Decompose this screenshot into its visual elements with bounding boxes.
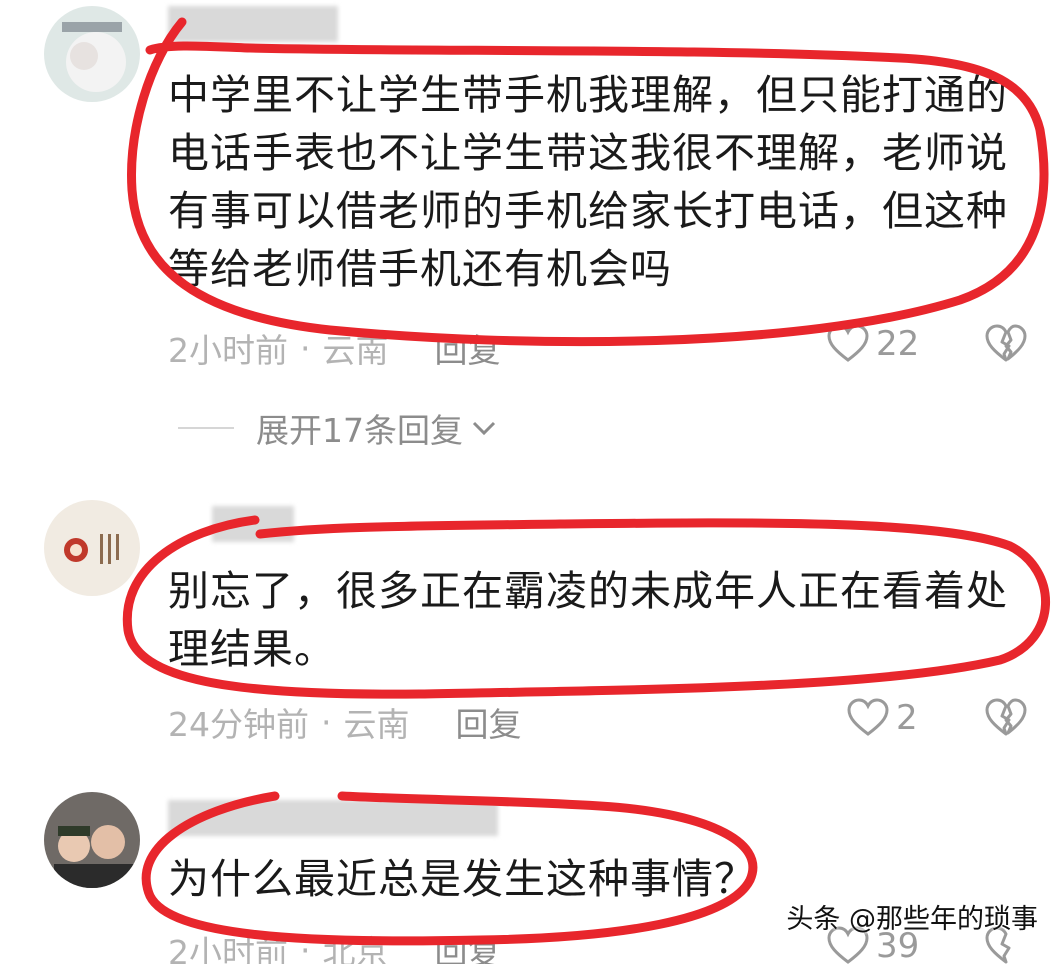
comment-time: 2小时前 bbox=[168, 331, 288, 370]
chevron-down-icon bbox=[472, 421, 496, 436]
like-button[interactable]: 22 bbox=[826, 324, 919, 364]
reply-button[interactable]: 回复 bbox=[435, 324, 501, 372]
username-blurred[interactable] bbox=[168, 800, 498, 836]
avatar[interactable] bbox=[44, 6, 140, 102]
broken-heart-icon bbox=[985, 698, 1027, 736]
comment-location: 云南 bbox=[343, 705, 410, 744]
like-button[interactable]: 2 bbox=[846, 698, 918, 738]
broken-heart-icon bbox=[985, 324, 1027, 362]
comment-time: 24分钟前 bbox=[168, 705, 309, 744]
comment-location: 云南 bbox=[322, 331, 389, 370]
avatar[interactable] bbox=[44, 500, 140, 596]
heart-icon bbox=[827, 324, 869, 362]
divider-line bbox=[178, 427, 234, 429]
meta-separator: · bbox=[300, 328, 311, 368]
expand-replies-label: 展开17条回复 bbox=[256, 411, 463, 450]
comment-time: 2小时前 bbox=[168, 933, 288, 964]
comment-feed: 中学里不让学生带手机我理解，但只能打通的电话手表也不让学生带这我很不理解，老师说… bbox=[0, 0, 1062, 964]
reply-button[interactable]: 回复 bbox=[456, 698, 522, 746]
heart-icon bbox=[847, 698, 889, 736]
comment-text: 中学里不让学生带手机我理解，但只能打通的电话手表也不让学生带这我很不理解，老师说… bbox=[168, 71, 1008, 293]
comment-meta: 2小时前 · 北京 回复 bbox=[168, 926, 501, 964]
username-blurred[interactable] bbox=[212, 506, 294, 542]
meta-separator: · bbox=[321, 702, 332, 742]
expand-replies-button[interactable]: 展开17条回复 bbox=[178, 404, 499, 452]
username-blurred[interactable] bbox=[168, 6, 338, 42]
watermark: 头条 @那些年的琐事 bbox=[786, 904, 1038, 935]
comment-location: 北京 bbox=[322, 933, 389, 964]
comment-meta: 24分钟前 · 云南 回复 bbox=[168, 698, 522, 746]
comment-meta: 2小时前 · 云南 回复 bbox=[168, 324, 501, 372]
dislike-button[interactable] bbox=[984, 324, 1028, 368]
meta-separator: · bbox=[300, 930, 311, 964]
comment-text: 别忘了，很多正在霸凌的未成年人正在看着处理结果。 bbox=[168, 567, 1008, 673]
like-count: 22 bbox=[876, 324, 920, 364]
dislike-button[interactable] bbox=[984, 698, 1028, 742]
like-count: 2 bbox=[896, 698, 918, 738]
reply-button[interactable]: 回复 bbox=[435, 926, 501, 964]
avatar[interactable] bbox=[44, 792, 140, 888]
